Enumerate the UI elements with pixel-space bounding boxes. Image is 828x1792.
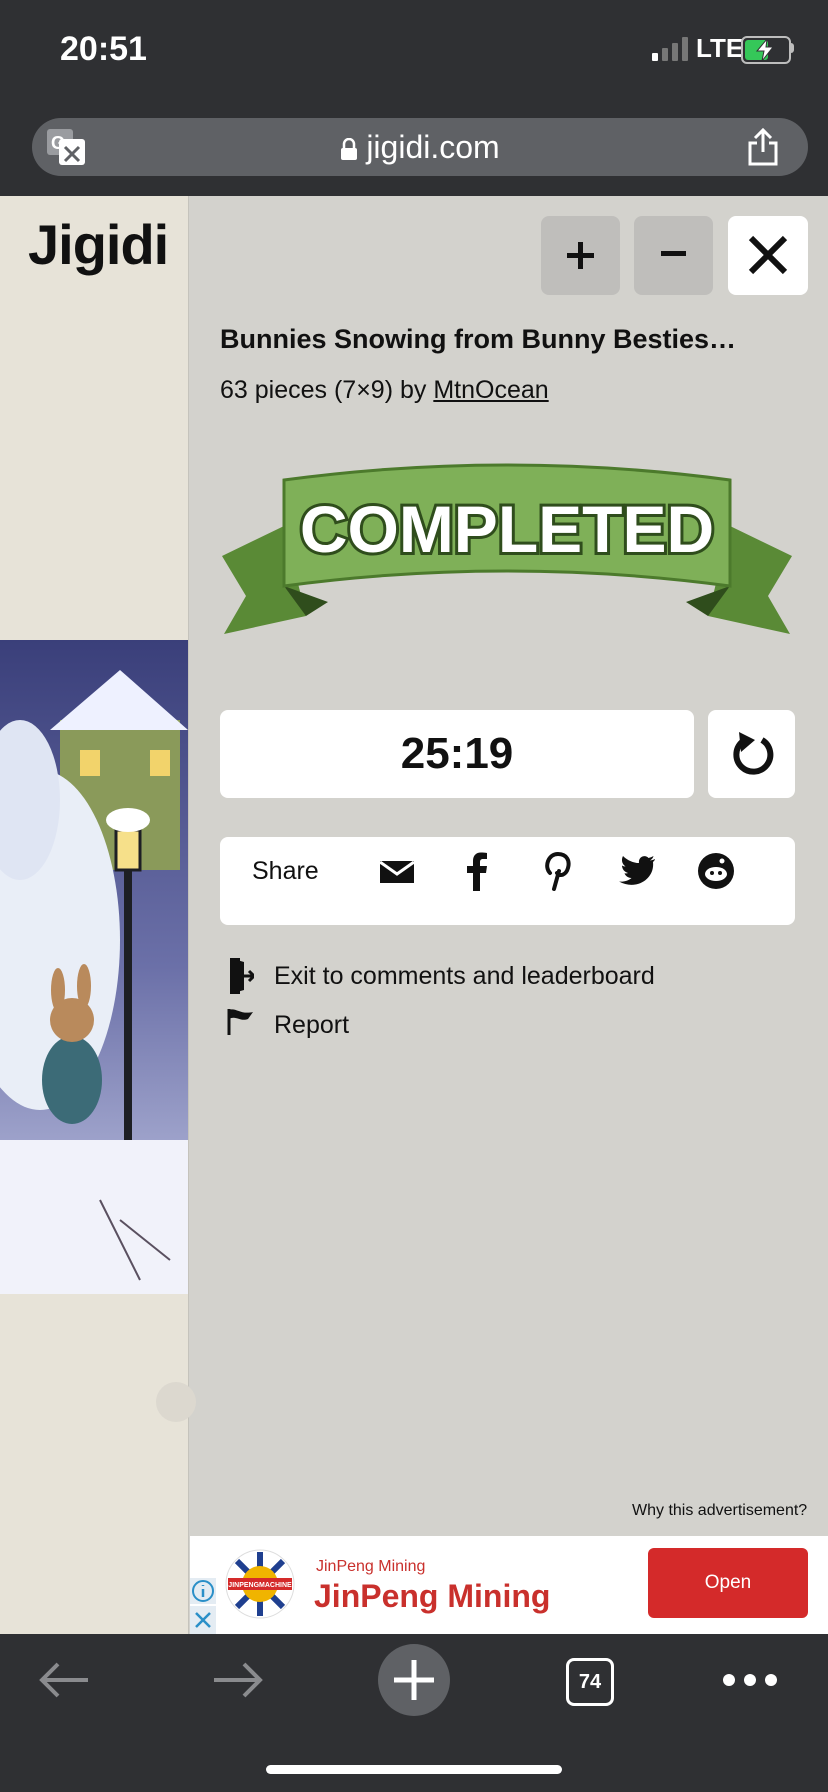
svg-text:G: G: [51, 133, 65, 153]
signal-icon: [652, 37, 688, 61]
ad-sponsor-title: JinPeng Mining: [314, 1578, 551, 1614]
url-domain: jigidi.com: [366, 129, 500, 165]
share-panel: Share: [220, 837, 795, 925]
forward-arrow-icon[interactable]: [212, 1662, 264, 1698]
translate-icon[interactable]: G: [47, 129, 85, 165]
close-button[interactable]: [728, 216, 808, 295]
exit-link-label: Exit to comments and leaderboard: [274, 962, 655, 990]
web-content: Jigidi Bunnies Snowing from Bunny Bestie…: [0, 196, 828, 1634]
lock-icon: [341, 137, 358, 160]
puzzle-meta-text: 63 pieces (7×9) by: [220, 376, 434, 404]
facebook-icon[interactable]: [466, 851, 488, 891]
plus-icon: [394, 1660, 434, 1700]
scroll-indicator: [156, 1382, 196, 1422]
email-icon[interactable]: [380, 859, 414, 885]
url-display[interactable]: jigidi.com: [32, 118, 808, 176]
close-icon: [748, 235, 788, 275]
exit-door-icon: [230, 958, 254, 994]
report-link-label: Report: [274, 1011, 350, 1039]
battery-tip: [790, 43, 794, 53]
plus-icon: [567, 242, 594, 269]
left-panel: Jigidi: [0, 196, 188, 1634]
puzzle-title: Bunnies Snowing from Bunny Besties…: [220, 324, 737, 354]
pinterest-icon[interactable]: [540, 851, 572, 891]
completed-banner: COMPLETED: [222, 463, 792, 634]
back-arrow-icon[interactable]: [38, 1662, 90, 1698]
flag-icon: [227, 1009, 253, 1035]
timer-display: 25:19: [220, 710, 694, 798]
site-logo[interactable]: Jigidi: [28, 212, 169, 277]
author-link[interactable]: MtnOcean: [433, 376, 548, 404]
twitter-icon[interactable]: [618, 855, 656, 887]
ad-sponsor-small: JinPeng Mining: [316, 1558, 426, 1575]
charging-bolt-icon: [755, 39, 775, 61]
ad-open-button[interactable]: Open: [648, 1548, 808, 1618]
home-indicator[interactable]: [266, 1765, 562, 1774]
status-bar: 20:51 LTE: [0, 0, 828, 98]
network-type: LTE: [696, 33, 744, 63]
reddit-icon[interactable]: [698, 853, 734, 889]
panel-divider: [188, 196, 189, 1634]
ad-close-icon[interactable]: [190, 1606, 216, 1634]
svg-text:JINPENGMACHINE: JINPENGMACHINE: [228, 1582, 292, 1589]
puzzle-image[interactable]: [0, 640, 188, 1294]
battery-icon: [741, 36, 791, 64]
ad-logo: JINPENGMACHINE: [225, 1549, 295, 1619]
ad-banner[interactable]: JINPENGMACHINE JinPeng Mining JinPeng Mi…: [190, 1536, 828, 1634]
zoom-in-button[interactable]: [541, 216, 620, 295]
status-time: 20:51: [60, 30, 147, 68]
new-tab-button[interactable]: [378, 1644, 450, 1716]
completed-text: COMPLETED: [300, 492, 714, 566]
restart-icon: [733, 732, 774, 775]
puzzle-meta: 63 pieces (7×9) by MtnOcean: [220, 376, 549, 405]
minus-icon: [661, 251, 686, 256]
url-bar[interactable]: jigidi.com G: [32, 118, 808, 176]
share-icon[interactable]: [746, 128, 780, 166]
zoom-out-button[interactable]: [634, 216, 713, 295]
share-label: Share: [252, 857, 319, 885]
info-icon[interactable]: [190, 1578, 216, 1604]
ad-why-link[interactable]: Why this advertisement?: [632, 1502, 807, 1520]
more-options-icon[interactable]: [722, 1672, 778, 1688]
tab-count-button[interactable]: 74: [566, 1658, 614, 1706]
restart-button[interactable]: [708, 710, 795, 798]
